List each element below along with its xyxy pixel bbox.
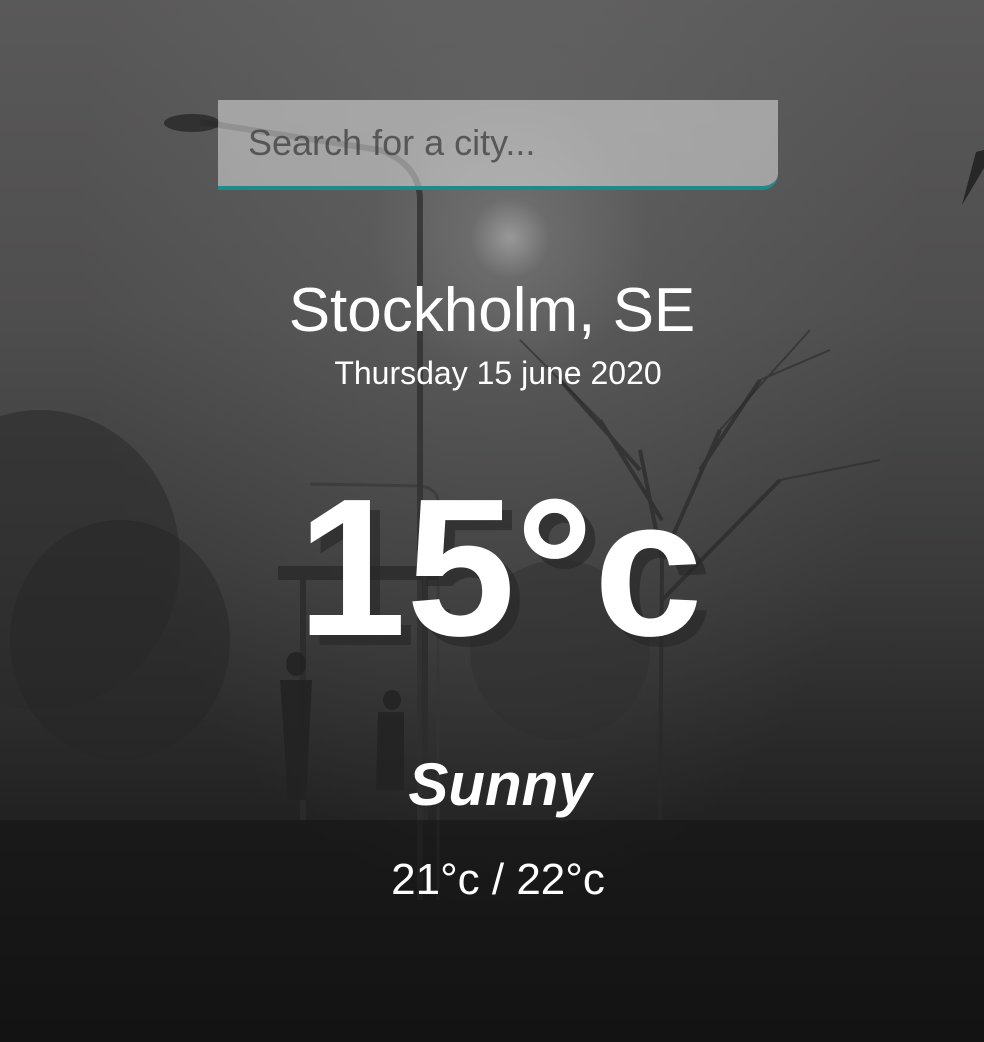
weather-condition: Sunny — [408, 751, 592, 818]
temperature-range: 21°c / 22°c — [391, 855, 605, 904]
date-label: Thursday 15 june 2020 — [334, 355, 662, 391]
location-label: Stockholm, SE — [288, 276, 696, 345]
weather-app: Stockholm, SE Thursday 15 june 2020 15°c… — [0, 0, 984, 1042]
search-bar — [218, 100, 778, 190]
city-search-input[interactable] — [218, 100, 778, 190]
current-temperature: 15°c — [297, 458, 703, 677]
